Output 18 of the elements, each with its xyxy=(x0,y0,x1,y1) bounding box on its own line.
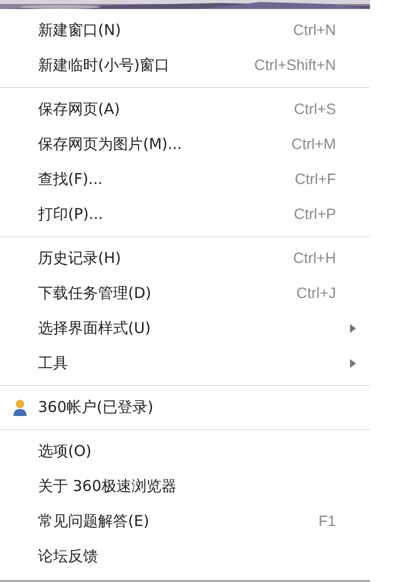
menu-item[interactable]: 保存网页(A) Ctrl+S xyxy=(0,92,370,127)
menu-item[interactable]: 常见问题解答(E) F1 xyxy=(0,504,370,539)
submenu-arrow-icon xyxy=(350,324,356,333)
menu-item[interactable]: 查找(F)... Ctrl+F xyxy=(0,162,370,197)
menu-item[interactable]: 新建临时(小号)窗口 Ctrl+Shift+N xyxy=(0,48,370,83)
menu-item[interactable]: 关于 360极速浏览器 xyxy=(0,469,370,504)
user-icon xyxy=(13,398,27,416)
menu-item[interactable]: 选项(O) xyxy=(0,434,370,469)
menu-item[interactable]: 保存网页为图片(M)... Ctrl+M xyxy=(0,127,370,162)
menu-item[interactable]: 历史记录(H) Ctrl+H xyxy=(0,241,370,276)
menu-item[interactable]: 新建窗口(N) Ctrl+N xyxy=(0,13,370,48)
menu-item[interactable]: 工具 xyxy=(0,346,370,381)
menu-item[interactable]: 打印(P)... Ctrl+P xyxy=(0,197,370,232)
submenu-arrow-icon xyxy=(350,359,356,368)
menu-item[interactable]: 选择界面样式(U) xyxy=(0,311,370,346)
menu-item[interactable]: 下载任务管理(D) Ctrl+J xyxy=(0,276,370,311)
menu-item[interactable]: 360帐户(已登录) xyxy=(0,390,370,425)
menu-item[interactable]: 论坛反馈 xyxy=(0,539,370,574)
